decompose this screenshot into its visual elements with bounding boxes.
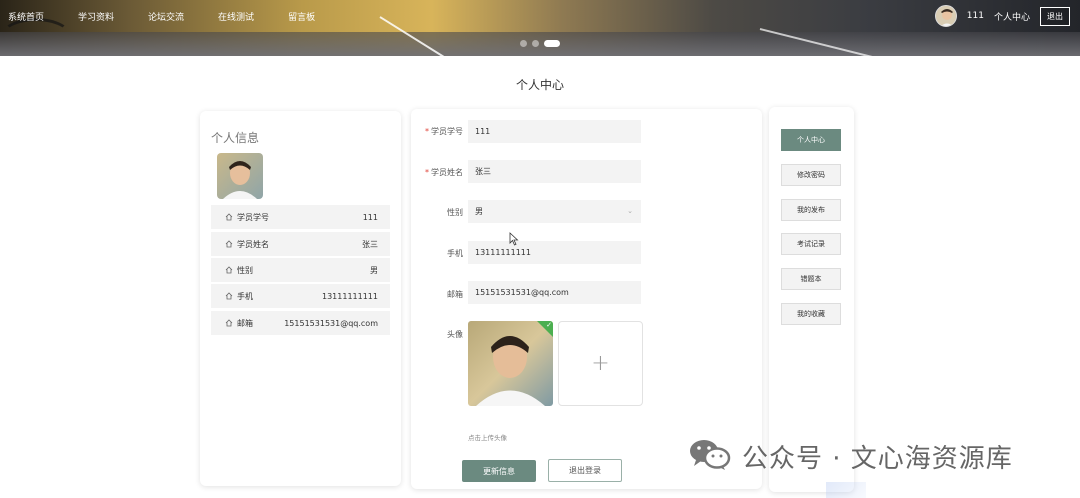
required-mark: * <box>425 127 429 136</box>
nav-home[interactable]: 系统首页 <box>8 10 44 23</box>
name-field[interactable]: 张三 <box>468 160 641 183</box>
home-icon <box>225 240 233 248</box>
profile-card-heading: 个人信息 <box>211 131 260 145</box>
gender-select[interactable]: 男 ⌄ <box>468 200 641 223</box>
wechat-icon <box>688 437 732 475</box>
avatar-preview[interactable]: ✓ <box>468 321 553 406</box>
info-value: 男 <box>370 265 378 275</box>
carousel-dot[interactable] <box>532 40 539 47</box>
info-value: 张三 <box>362 239 378 249</box>
nav-study-materials[interactable]: 学习资料 <box>78 10 114 23</box>
home-icon <box>225 319 233 327</box>
info-row-email: 邮箱 15151531531@qq.com <box>211 311 390 335</box>
upload-tip: 点击上传头像 <box>468 434 507 442</box>
info-row-student-id: 学员学号 111 <box>211 205 390 229</box>
nav-online-test[interactable]: 在线测试 <box>218 10 254 23</box>
info-label: 性别 <box>237 265 253 275</box>
info-row-name: 学员姓名 张三 <box>211 232 390 256</box>
logout-button[interactable]: 退出 <box>1040 6 1070 26</box>
avatar-label: 头像 <box>447 330 463 339</box>
info-value: 13111111111 <box>322 291 378 301</box>
home-icon <box>225 266 233 274</box>
menu-personal-center[interactable]: 个人中心 <box>781 129 841 151</box>
nav-forum[interactable]: 论坛交流 <box>148 10 184 23</box>
watermark-text: 公众号 · 文心海资源库 <box>742 443 1013 474</box>
username: 111 <box>966 11 984 21</box>
info-row-phone: 手机 13111111111 <box>211 284 390 308</box>
profile-photo <box>217 153 263 199</box>
avatar-upload-button[interactable]: + <box>558 321 643 406</box>
student-id-field[interactable]: 111 <box>468 120 641 143</box>
nav-message-board[interactable]: 留言板 <box>288 10 315 23</box>
main-nav: 系统首页 学习资料 论坛交流 在线测试 留言板 <box>0 0 341 32</box>
phone-label: 手机 <box>447 249 463 258</box>
info-label: 手机 <box>237 291 253 301</box>
name-label: * 学员姓名 <box>425 168 463 177</box>
side-menu: 个人中心 修改密码 我的发布 考试记录 错题本 我的收藏 <box>769 107 854 492</box>
info-value: 15151531531@qq.com <box>284 318 378 328</box>
email-label: 邮箱 <box>447 290 463 299</box>
required-mark: * <box>425 168 429 177</box>
logout-account-button[interactable]: 退出登录 <box>548 459 622 482</box>
carousel-dot[interactable] <box>520 40 527 47</box>
profile-card: 个人信息 学员学号 111 学员姓名 张三 性别 男 手机 1311111111… <box>200 111 401 486</box>
mouse-cursor-icon <box>509 231 519 246</box>
info-label: 邮箱 <box>237 318 253 328</box>
menu-change-password[interactable]: 修改密码 <box>781 164 841 186</box>
page-title: 个人中心 <box>515 78 564 92</box>
info-label: 学员姓名 <box>237 239 269 249</box>
phone-field[interactable]: 13111111111 <box>468 241 641 264</box>
menu-exam-records[interactable]: 考试记录 <box>781 233 841 255</box>
carousel-dot-active[interactable] <box>544 40 560 47</box>
menu-my-favorites[interactable]: 我的收藏 <box>781 303 841 325</box>
check-icon: ✓ <box>537 321 553 337</box>
home-icon <box>225 213 233 221</box>
gender-label: 性别 <box>447 208 463 217</box>
menu-wrong-questions[interactable]: 错题本 <box>781 268 841 290</box>
home-icon <box>225 292 233 300</box>
watermark: 公众号 · 文心海资源库 <box>688 436 1013 476</box>
user-center-link[interactable]: 个人中心 <box>994 10 1030 23</box>
chevron-down-icon: ⌄ <box>627 207 633 215</box>
avatar[interactable] <box>934 5 957 27</box>
info-row-gender: 性别 男 <box>211 258 390 282</box>
menu-my-posts[interactable]: 我的发布 <box>781 199 841 221</box>
carousel-indicators <box>520 40 560 47</box>
header-banner: 系统首页 学习资料 论坛交流 在线测试 留言板 111 个人中心 退出 <box>0 0 1080 56</box>
user-area: 111 个人中心 退出 <box>934 5 1070 27</box>
student-id-label: * 学员学号 <box>425 127 463 136</box>
info-label: 学员学号 <box>237 212 269 222</box>
profile-form-card: * 学员学号 111 * 学员姓名 张三 性别 男 ⌄ 手机 13111111111 … <box>411 109 762 489</box>
info-value: 111 <box>362 212 378 222</box>
update-info-button[interactable]: 更新信息 <box>462 460 536 482</box>
email-field[interactable]: 15151531531@qq.com <box>468 281 641 304</box>
